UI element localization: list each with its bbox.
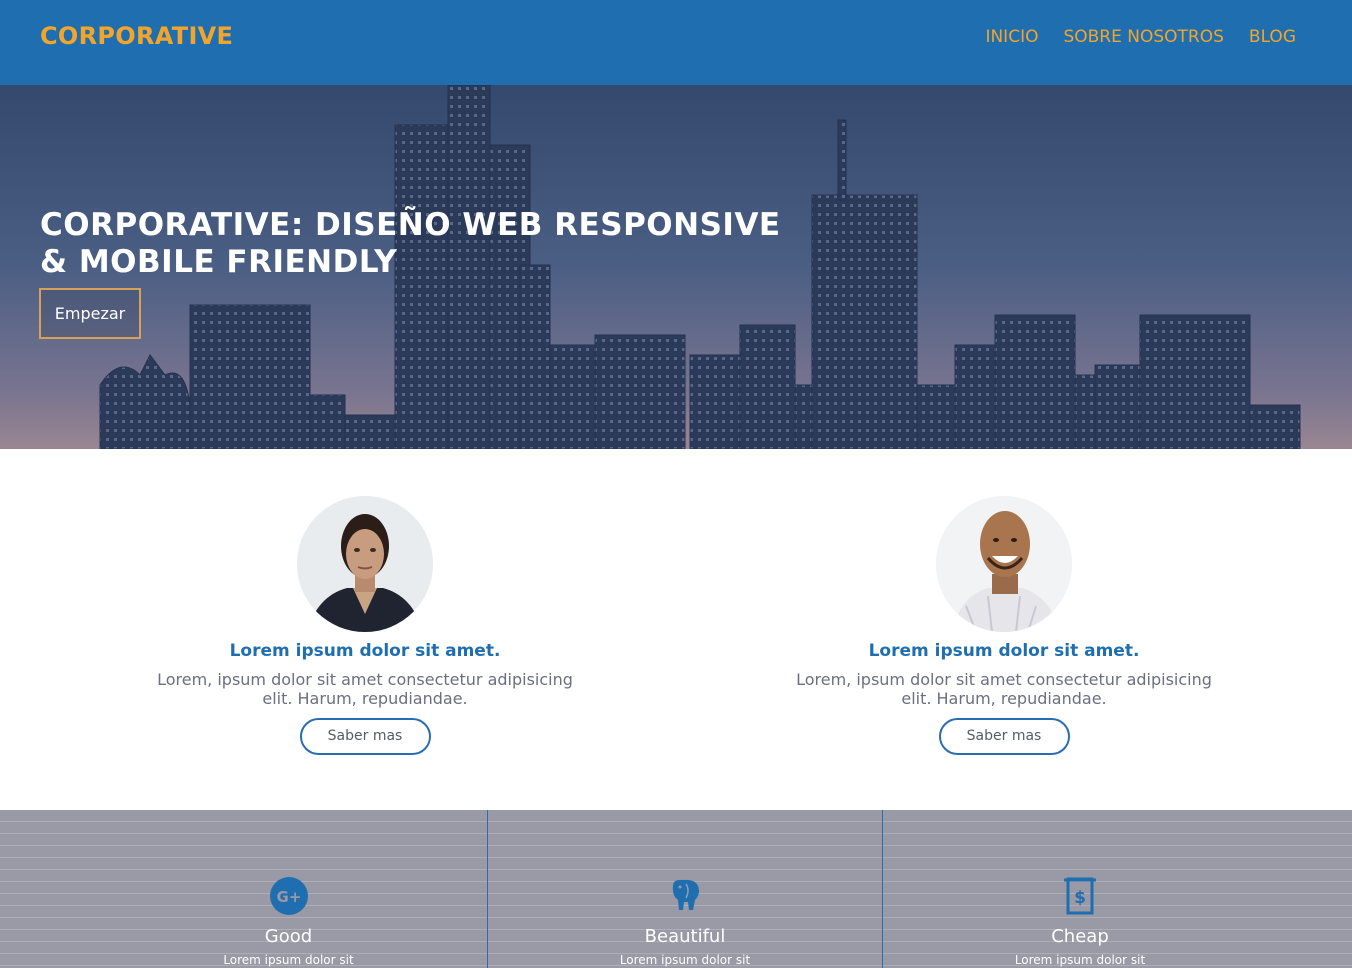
team-card: Lorem ipsum dolor sit amet. Lorem, ipsum… <box>774 449 1234 755</box>
team-card-text: Lorem, ipsum dolor sit amet consectetur … <box>157 670 573 708</box>
hero-title: CORPORATIVE: DISEÑO WEB RESPONSIVE & MOB… <box>40 207 781 280</box>
features-section: G+ Good Lorem ipsum dolor sit Beautiful … <box>0 810 1352 968</box>
elephant-icon <box>672 879 699 910</box>
feature-text: Lorem ipsum dolor sit <box>223 953 354 967</box>
team-card-title: Lorem ipsum dolor sit amet. <box>229 641 501 661</box>
nav-link-blog[interactable]: BLOG <box>1249 27 1296 47</box>
nav-link-inicio[interactable]: INICIO <box>985 27 1038 47</box>
feature-title: Beautiful <box>644 926 726 947</box>
site-logo[interactable]: CORPORATIVE <box>40 22 233 50</box>
feature-card: $ Cheap Lorem ipsum dolor sit <box>882 810 1277 968</box>
avatar-woman <box>297 496 433 632</box>
dollar-receipt-icon: $ <box>1064 877 1096 915</box>
team-card: Lorem ipsum dolor sit amet. Lorem, ipsum… <box>135 449 595 755</box>
feature-card: G+ Good Lorem ipsum dolor sit <box>91 810 486 968</box>
start-button[interactable]: Empezar <box>39 288 141 339</box>
hero-section: CORPORATIVE: DISEÑO WEB RESPONSIVE & MOB… <box>0 85 1352 449</box>
main-nav: INICIO SOBRE NOSOTROS BLOG <box>985 27 1296 47</box>
team-card-title: Lorem ipsum dolor sit amet. <box>868 641 1140 661</box>
team-card-text: Lorem, ipsum dolor sit amet consectetur … <box>796 670 1212 708</box>
avatar-man <box>936 496 1072 632</box>
learn-more-button[interactable]: Saber mas <box>299 718 431 755</box>
feature-text: Lorem ipsum dolor sit <box>1014 953 1146 967</box>
feature-text: Lorem ipsum dolor sit <box>619 953 751 967</box>
site-header: CORPORATIVE INICIO SOBRE NOSOTROS BLOG <box>0 0 1352 85</box>
svg-text:$: $ <box>1074 888 1086 908</box>
google-plus-icon: G+ <box>269 877 308 915</box>
svg-text:G+: G+ <box>276 888 301 906</box>
learn-more-button[interactable]: Saber mas <box>938 718 1070 755</box>
feature-title: Good <box>264 926 313 947</box>
team-section: Lorem ipsum dolor sit amet. Lorem, ipsum… <box>0 449 1352 810</box>
nav-link-sobre-nosotros[interactable]: SOBRE NOSOTROS <box>1063 27 1223 47</box>
feature-title: Cheap <box>1051 926 1109 947</box>
feature-card: Beautiful Lorem ipsum dolor sit <box>487 810 882 968</box>
